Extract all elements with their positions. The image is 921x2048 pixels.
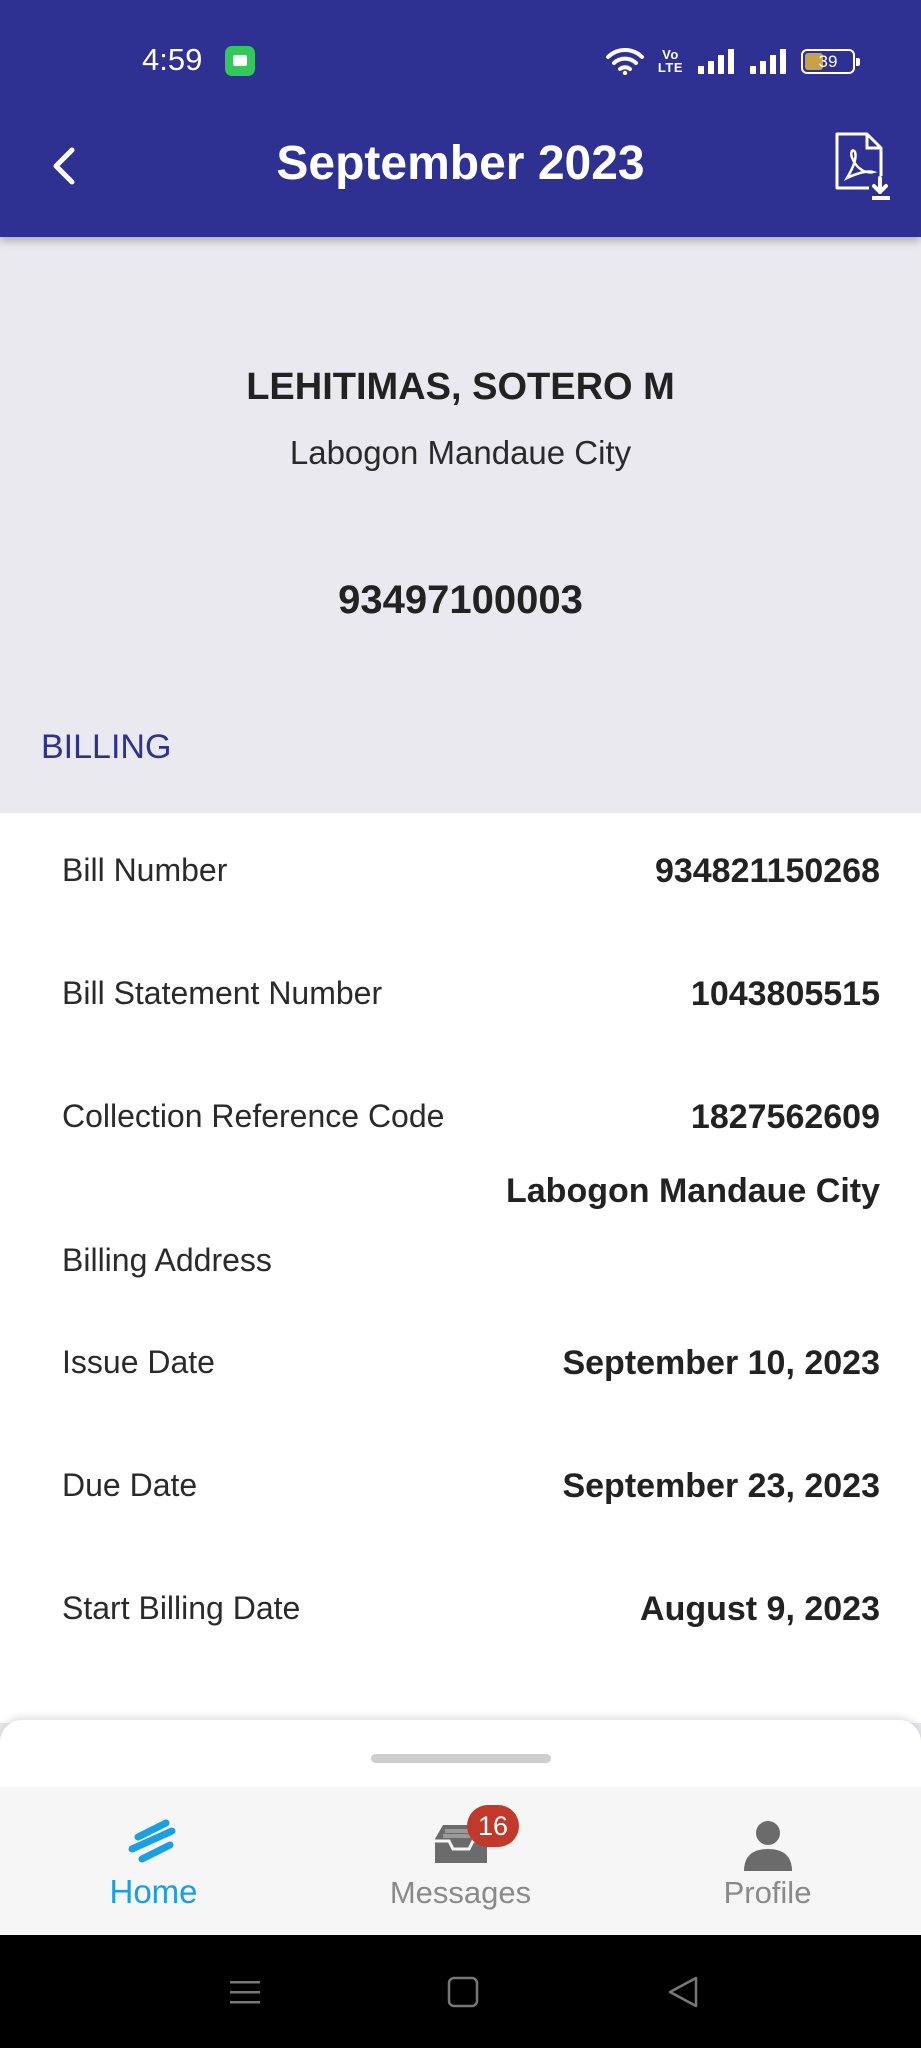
row-value: 934821150268 [654,852,880,890]
volte-bottom: LTE [657,60,683,75]
battery-level: 39 [818,51,838,71]
row-value: September 10, 2023 [562,1344,880,1382]
account-number: 93497100003 [338,578,583,622]
app-header: 4:59 Vo LTE 39 September 2023 [0,0,921,237]
row-label: Bill Number [62,852,228,888]
row-value: 1827562609 [690,1098,880,1136]
row-label: Issue Date [62,1344,215,1380]
bottom-navigation: Home 16 Messages Profile [0,1787,921,1935]
bottom-sheet[interactable] [0,1720,921,1788]
billing-section-title: BILLING [41,728,172,766]
nav-home-label: Home [109,1873,198,1910]
billing-details: Bill Number 934821150268 Bill Statement … [0,813,921,1723]
messages-app-icon [225,46,255,76]
home-square-icon[interactable] [446,1975,480,2009]
row-value: August 9, 2023 [640,1590,880,1628]
status-time: 4:59 [142,42,203,77]
customer-address: Labogon Mandaue City [289,434,632,471]
download-pdf-button[interactable] [829,130,893,202]
row-value: 1043805515 [690,975,880,1013]
nav-home[interactable]: Home [0,1787,307,1935]
signal-icon [698,49,734,74]
status-icons: Vo LTE 39 [605,44,860,78]
drag-handle[interactable] [371,1754,551,1763]
recents-menu-icon[interactable] [228,1975,262,2009]
system-navigation-bar [0,1935,921,2048]
nav-profile[interactable]: Profile [614,1787,921,1935]
messages-badge: 16 [467,1805,519,1847]
volte-indicator: Vo LTE [658,48,683,74]
nav-messages[interactable]: 16 Messages [307,1787,614,1935]
row-label: Collection Reference Code [62,1098,445,1134]
battery-indicator: 39 [801,48,860,74]
page-title: September 2023 [276,137,645,190]
collection-reference-code-row: Collection Reference Code 1827562609 [0,1059,921,1182]
pdf-download-icon [835,132,891,200]
billing-address-row: Billing Address Labogon Mandaue City [0,1172,921,1305]
nav-messages-label: Messages [389,1875,532,1910]
wifi-icon [605,47,644,75]
home-icon [128,1819,175,1863]
due-date-row: Due Date September 23, 2023 [0,1428,921,1551]
row-label: Due Date [62,1467,198,1503]
row-value: Labogon Mandaue City [506,1172,880,1210]
bill-statement-number-row: Bill Statement Number 1043805515 [0,936,921,1059]
nav-profile-label: Profile [723,1875,812,1910]
row-value: September 23, 2023 [562,1467,880,1505]
bill-number-row: Bill Number 934821150268 [0,813,921,936]
start-billing-date-row: Start Billing Date August 9, 2023 [0,1551,921,1674]
row-label: Billing Address [62,1242,272,1278]
signal-icon-2 [750,49,786,74]
person-icon [743,1821,792,1871]
issue-date-row: Issue Date September 10, 2023 [0,1305,921,1428]
customer-name: LEHITIMAS, SOTERO M [246,366,675,408]
row-label: Start Billing Date [62,1590,301,1626]
row-label: Bill Statement Number [62,975,383,1011]
back-triangle-icon[interactable] [666,1975,700,2009]
